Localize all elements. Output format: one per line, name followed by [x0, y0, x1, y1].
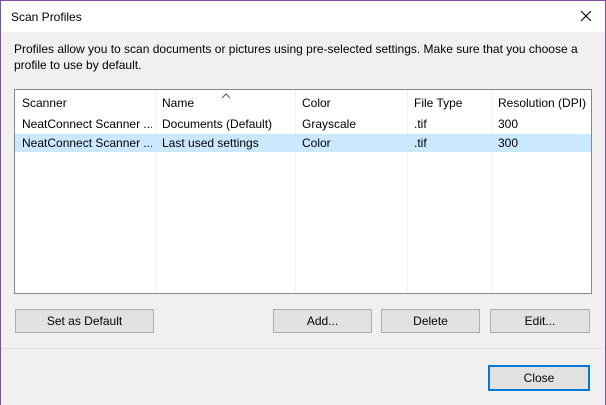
cell-resolution: 300 [498, 117, 519, 131]
dialog-footer: Close [1, 348, 605, 405]
cell-scanner: NeatConnect Scanner ... [22, 117, 152, 131]
column-header-resolution[interactable]: Resolution (DPI) [498, 96, 586, 110]
cell-resolution: 300 [498, 136, 519, 150]
dialog-body: Profiles allow you to scan documents or … [1, 32, 605, 348]
cell-name: Documents (Default) [162, 117, 273, 131]
cell-scanner: NeatConnect Scanner ... [22, 136, 152, 150]
window-title: Scan Profiles [11, 10, 82, 24]
cell-color: Grayscale [302, 117, 357, 131]
column-header-name[interactable]: Name [162, 96, 194, 110]
add-button[interactable]: Add... [273, 309, 372, 333]
column-header-color[interactable]: Color [302, 96, 331, 110]
close-icon[interactable] [575, 6, 597, 26]
delete-button[interactable]: Delete [381, 309, 480, 333]
set-as-default-button[interactable]: Set as Default [15, 309, 154, 333]
description-text: Profiles allow you to scan documents or … [14, 42, 578, 72]
title-bar: Scan Profiles [1, 1, 605, 32]
cell-file-type: .tif [414, 117, 427, 131]
profiles-list[interactable]: Scanner Name Color File Type Resolution … [14, 89, 592, 294]
column-header-scanner[interactable]: Scanner [22, 96, 67, 110]
edit-button[interactable]: Edit... [490, 309, 590, 333]
cell-name: Last used settings [162, 136, 259, 150]
cell-color: Color [302, 136, 331, 150]
column-header-file-type[interactable]: File Type [414, 96, 462, 110]
cell-file-type: .tif [414, 136, 427, 150]
scan-profiles-dialog: Scan Profiles Profiles allow you to scan… [0, 0, 606, 405]
table-row-selected[interactable]: NeatConnect Scanner ... Last used settin… [15, 134, 591, 152]
close-button[interactable]: Close [488, 365, 590, 391]
table-row[interactable]: NeatConnect Scanner ... Documents (Defau… [15, 115, 591, 133]
list-header: Scanner Name Color File Type Resolution … [15, 90, 591, 114]
sort-ascending-icon [221, 89, 231, 99]
